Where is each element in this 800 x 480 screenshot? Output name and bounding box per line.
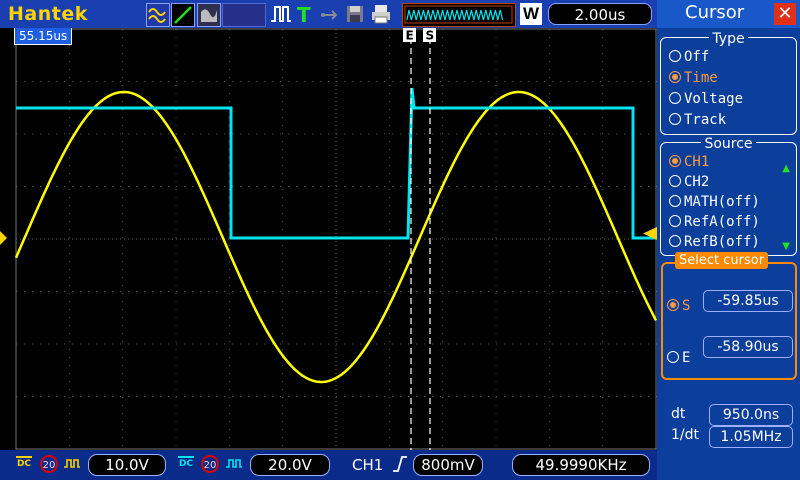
type-option[interactable]: Voltage: [669, 91, 743, 107]
svg-text:S: S: [426, 29, 435, 43]
radio-selected-icon: [669, 71, 681, 83]
ch1-coupling[interactable]: DC: [14, 454, 34, 476]
radio-icon: [669, 50, 681, 62]
cursor-e-radio[interactable]: E: [667, 350, 690, 366]
trigger-source[interactable]: CH1: [352, 456, 383, 474]
source-option[interactable]: RefB(off): [669, 234, 760, 250]
timebase-display[interactable]: 2.00us: [548, 3, 652, 25]
ch2-bw-limit[interactable]: 20: [201, 455, 219, 473]
radio-selected-icon: [667, 299, 679, 311]
top-toolbar: Hantek T W 2.00us: [0, 0, 657, 28]
select-cursor-title: Select cursor: [675, 252, 769, 269]
source-option[interactable]: CH2: [669, 174, 709, 190]
radio-selected-icon: [669, 155, 681, 167]
radio-icon: [667, 351, 679, 363]
radio-icon: [669, 175, 681, 187]
source-option[interactable]: MATH(off): [669, 194, 760, 210]
rising-edge-icon[interactable]: [392, 455, 408, 473]
panel-header: Cursor ✕: [657, 0, 800, 28]
source-group-title: Source: [701, 136, 756, 152]
source-group: Source CH1 CH2 MATH(off) RefA(off) RefB(off)…: [660, 136, 797, 256]
waveform-icon[interactable]: [146, 3, 170, 27]
ch1-level-marker: [0, 231, 7, 245]
scroll-down-icon[interactable]: ▼: [782, 241, 790, 252]
dt-value: 950.0ns: [709, 404, 793, 426]
scope-display[interactable]: E S 55.15us: [0, 28, 658, 450]
ch2-invert-icon: [226, 459, 242, 468]
trigger-position: 55.15us: [14, 28, 73, 45]
inv-dt-value: 1.05MHz: [709, 426, 793, 448]
svg-text:T: T: [297, 3, 311, 25]
inv-dt-label: 1/dt: [671, 427, 699, 443]
frequency-readout: 49.9990KHz: [512, 454, 650, 476]
ramp-icon[interactable]: [171, 3, 195, 27]
w-badge: W: [520, 3, 542, 25]
ch2-waveform: [16, 87, 656, 240]
cursor-s-value[interactable]: -59.85us: [703, 290, 793, 312]
ch1-bw-limit[interactable]: 20: [40, 455, 58, 473]
radio-icon: [669, 235, 681, 247]
cursor-e-value[interactable]: -58.90us: [703, 336, 793, 358]
panel-title: Cursor: [685, 2, 745, 23]
bottom-status-bar: DC 20 10.0V DC 20 20.0V CH1 800mV 49.999…: [0, 450, 657, 480]
type-option[interactable]: Time: [669, 70, 718, 86]
brand-logo: Hantek: [8, 3, 88, 25]
dt-label: dt: [671, 406, 686, 422]
close-button[interactable]: ✕: [774, 3, 796, 25]
cursor-e-marker: E: [403, 28, 416, 43]
type-option[interactable]: Off: [669, 49, 709, 65]
trigger-icon[interactable]: T: [296, 3, 312, 27]
select-cursor-group: Select cursor S -59.85us E -58.90us: [661, 252, 797, 380]
svg-text:E: E: [406, 29, 414, 43]
cursor-s-marker: S: [423, 28, 436, 43]
usb-icon: [318, 3, 340, 25]
source-option[interactable]: CH1: [669, 154, 709, 170]
radio-icon: [669, 92, 681, 104]
scroll-up-icon[interactable]: ▲: [782, 163, 790, 174]
disk-icon[interactable]: [345, 3, 365, 25]
radio-icon: [669, 113, 681, 125]
ch1-invert-icon: [64, 459, 80, 468]
printer-icon[interactable]: [370, 3, 392, 25]
source-option[interactable]: RefA(off): [669, 214, 760, 230]
waveform-graticule: E S: [0, 28, 658, 450]
close-icon: ✕: [777, 3, 793, 24]
trigger-level[interactable]: 800mV: [413, 454, 483, 476]
type-option[interactable]: Track: [669, 112, 726, 128]
status-slot: [222, 3, 266, 27]
type-group: Type Off Time Voltage Track: [660, 31, 797, 135]
type-group-title: Type: [709, 31, 748, 47]
ch2-coupling[interactable]: DC: [176, 454, 196, 476]
radio-icon: [669, 195, 681, 207]
ch2-scale[interactable]: 20.0V: [250, 454, 330, 476]
persistence-icon[interactable]: [197, 3, 221, 27]
ch1-scale[interactable]: 10.0V: [88, 454, 166, 476]
cursor-s-radio[interactable]: S: [667, 298, 690, 314]
pulse-icon[interactable]: [270, 3, 292, 25]
cursor-panel: Cursor ✕ Type Off Time Voltage Track Source…: [657, 0, 800, 480]
radio-icon: [669, 215, 681, 227]
waveform-memory-icon: [402, 3, 516, 27]
